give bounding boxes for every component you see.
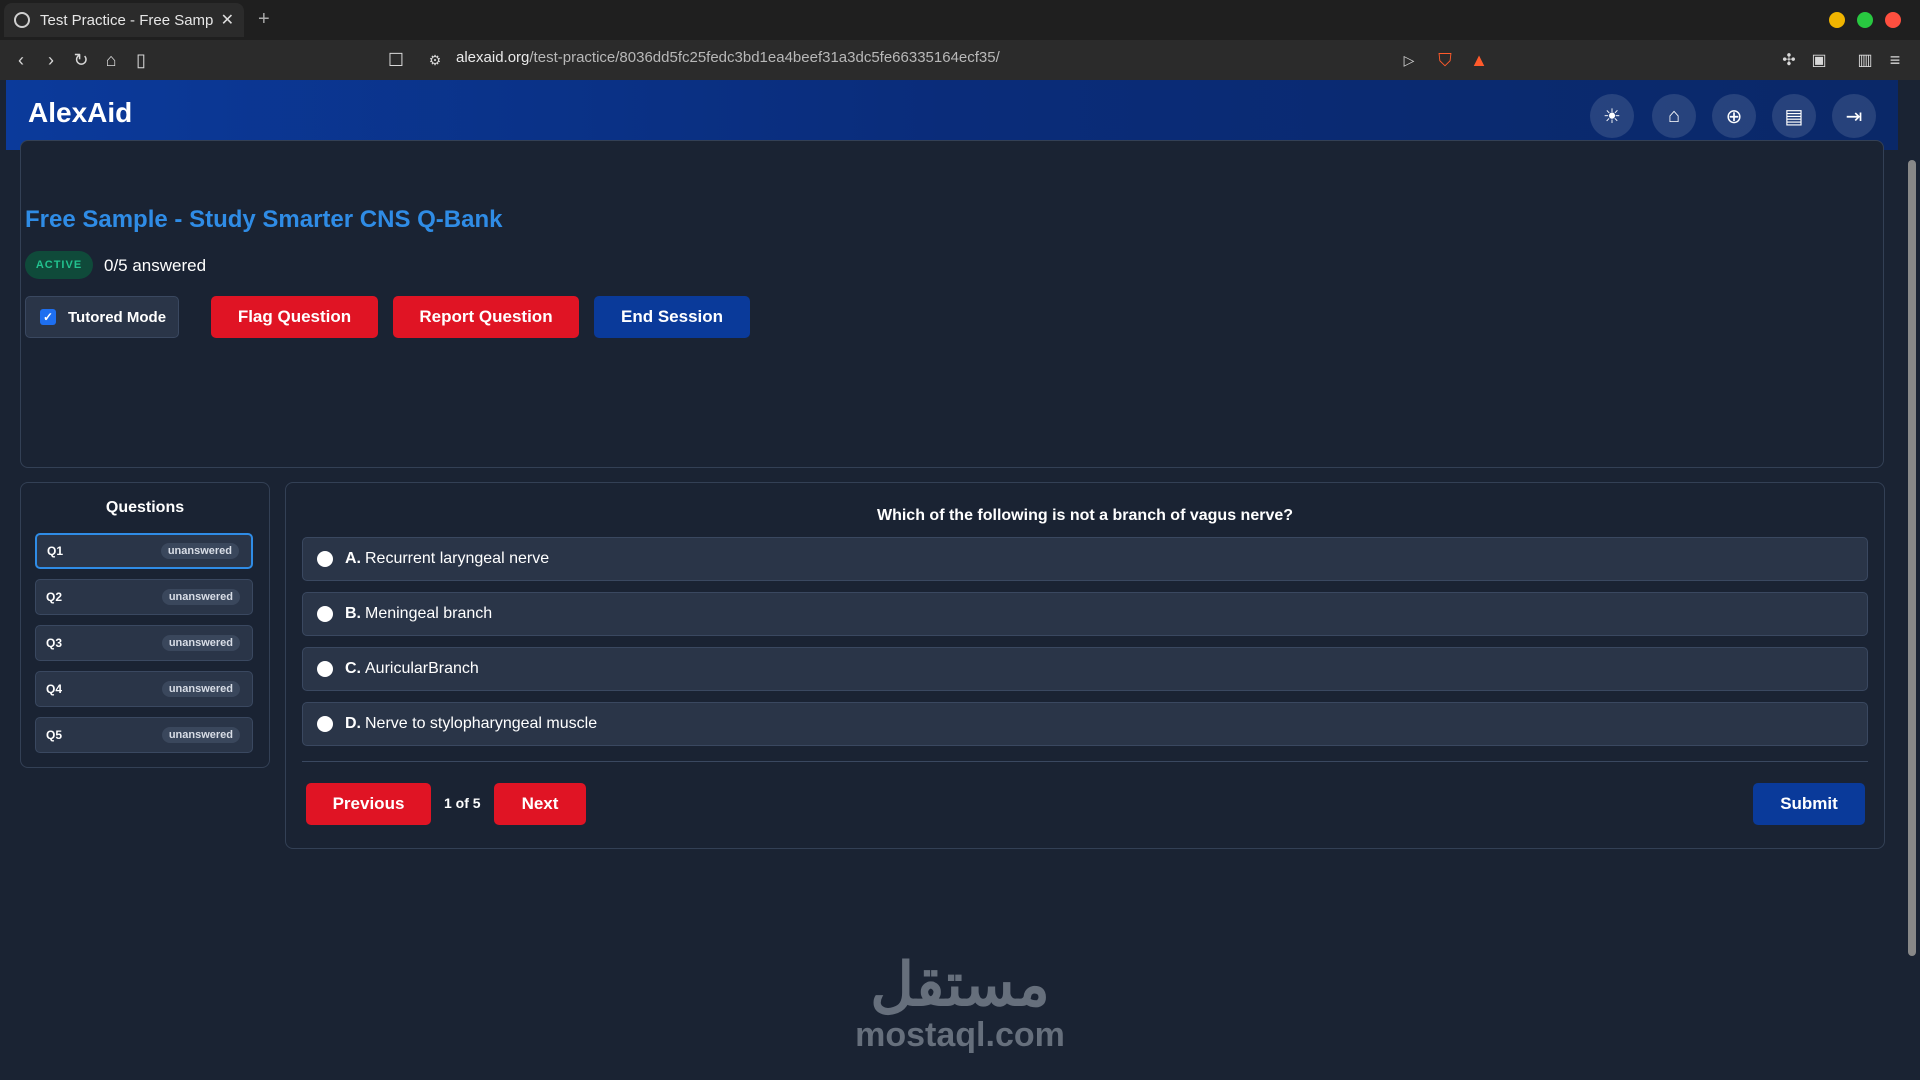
questions-panel: Questions Q1 unanswered Q2 unanswered Q3… xyxy=(20,482,270,768)
tab-title: Test Practice - Free Sampl xyxy=(40,11,213,29)
browser-tabbar: Test Practice - Free Sampl ✕ + xyxy=(0,0,1920,40)
tutored-mode-label: Tutored Mode xyxy=(68,308,167,326)
browser-tab[interactable]: Test Practice - Free Sampl ✕ xyxy=(4,3,244,37)
question-item[interactable]: Q3 unanswered xyxy=(35,625,253,661)
question-status-badge: unanswered xyxy=(160,543,239,559)
watermark-arabic: مستقل xyxy=(870,951,1050,1018)
menu-icon[interactable]: ≡ xyxy=(1882,48,1908,72)
brand-logo[interactable]: AlexAid xyxy=(28,97,132,129)
wallet-icon[interactable]: ▣ xyxy=(1806,48,1832,72)
answer-option-a[interactable]: A. Recurrent laryngeal nerve xyxy=(302,537,1868,581)
question-status-badge: unanswered xyxy=(161,727,240,743)
checkbox-checked-icon[interactable]: ✓ xyxy=(40,309,56,325)
maximize-window-button[interactable] xyxy=(1857,12,1873,28)
sidebar-panel-icon[interactable]: ▥ xyxy=(1852,48,1878,72)
answer-option-c[interactable]: C. AuricularBranch xyxy=(302,647,1868,691)
tutored-mode-toggle[interactable]: ✓ Tutored Mode xyxy=(25,296,179,338)
question-item[interactable]: Q2 unanswered xyxy=(35,579,253,615)
status-badge: ACTIVE xyxy=(25,251,93,279)
next-button[interactable]: Next xyxy=(494,783,586,825)
question-item-label: Q1 xyxy=(47,544,64,558)
browser-toolbar: ‹ › ↻ ⌂ ▯ ☐ ⚙ alexaid.org/test-practice/… xyxy=(0,40,1920,80)
radio-button[interactable] xyxy=(317,716,333,732)
globe-icon xyxy=(14,12,30,28)
page-indicator: 1 of 5 xyxy=(444,795,481,811)
question-item[interactable]: Q1 unanswered xyxy=(35,533,253,569)
option-text: Nerve to stylopharyngeal muscle xyxy=(365,715,598,732)
question-item[interactable]: Q5 unanswered xyxy=(35,717,253,753)
address-bar[interactable]: alexaid.org/test-practice/8036dd5fc25fed… xyxy=(456,49,1000,66)
page-scrollbar[interactable] xyxy=(1908,160,1916,956)
back-icon[interactable]: ‹ xyxy=(8,48,34,72)
question-item-label: Q2 xyxy=(46,590,63,604)
submit-button[interactable]: Submit xyxy=(1753,783,1865,825)
send-icon[interactable]: ▷ xyxy=(1396,48,1422,72)
option-text: AuricularBranch xyxy=(365,660,479,677)
watermark-latin: mostaql.com xyxy=(855,1016,1065,1054)
answered-count: 0/5 answered xyxy=(104,256,207,275)
option-text: Meningeal branch xyxy=(365,605,493,622)
flag-question-button[interactable]: Flag Question xyxy=(211,296,378,338)
sidebar-toggle-icon[interactable]: ▯ xyxy=(128,48,154,72)
questions-panel-title: Questions xyxy=(105,499,185,516)
brave-shield-icon[interactable]: ⛉ xyxy=(1432,48,1458,72)
question-item-label: Q5 xyxy=(46,728,63,742)
answer-option-d[interactable]: D. Nerve to stylopharyngeal muscle xyxy=(302,702,1868,746)
home-browser-icon[interactable]: ⌂ xyxy=(98,48,124,72)
page-title: Free Sample - Study Smarter CNS Q-Bank xyxy=(25,206,503,233)
question-item-label: Q3 xyxy=(46,636,63,650)
end-session-button[interactable]: End Session xyxy=(594,296,750,338)
sun-icon[interactable]: ☀ xyxy=(1590,94,1634,138)
question-status-badge: unanswered xyxy=(161,589,240,605)
url-path: /test-practice/8036dd5fc25fedc3bd1ea4bee… xyxy=(529,49,1000,66)
logout-icon[interactable]: ⇥ xyxy=(1832,94,1876,138)
answer-option-b[interactable]: B. Meningeal branch xyxy=(302,592,1868,636)
bookmark-icon[interactable]: ☐ xyxy=(383,48,409,72)
radio-button[interactable] xyxy=(317,606,333,622)
site-settings-icon[interactable]: ⚙ xyxy=(422,48,448,72)
option-letter: B. xyxy=(345,605,361,622)
option-letter: D. xyxy=(345,715,361,732)
option-letter: A. xyxy=(345,550,361,567)
question-area: Which of the following is not a branch o… xyxy=(285,482,1885,849)
option-text: Recurrent laryngeal nerve xyxy=(365,550,550,567)
reload-icon[interactable]: ↻ xyxy=(68,48,94,72)
question-status-badge: unanswered xyxy=(161,635,240,651)
clipboard-icon[interactable]: ▤ xyxy=(1772,94,1816,138)
minimize-window-button[interactable] xyxy=(1829,12,1845,28)
extensions-icon[interactable]: ✣ xyxy=(1776,48,1802,72)
divider xyxy=(302,761,1868,762)
report-question-button[interactable]: Report Question xyxy=(393,296,579,338)
forward-icon[interactable]: › xyxy=(38,48,64,72)
plus-circle-icon[interactable]: ⊕ xyxy=(1712,94,1756,138)
question-text: Which of the following is not a branch o… xyxy=(876,507,1294,524)
url-domain: alexaid.org xyxy=(456,49,530,66)
new-tab-icon[interactable]: + xyxy=(258,8,270,31)
radio-button[interactable] xyxy=(317,661,333,677)
question-status-badge: unanswered xyxy=(161,681,240,697)
previous-button[interactable]: Previous xyxy=(306,783,431,825)
question-item[interactable]: Q4 unanswered xyxy=(35,671,253,707)
home-icon[interactable]: ⌂ xyxy=(1652,94,1696,138)
close-window-button[interactable] xyxy=(1885,12,1901,28)
question-item-label: Q4 xyxy=(46,682,63,696)
option-letter: C. xyxy=(345,660,361,677)
watermark: مستقل mostaql.com xyxy=(840,950,1080,1055)
radio-button[interactable] xyxy=(317,551,333,567)
app-viewport: AlexAid ☀ ⌂ ⊕ ▤ ⇥ Free Sample - Study Sm… xyxy=(0,80,1920,1080)
rewards-icon[interactable]: ▲ xyxy=(1466,48,1492,72)
close-tab-icon[interactable]: ✕ xyxy=(221,10,234,30)
